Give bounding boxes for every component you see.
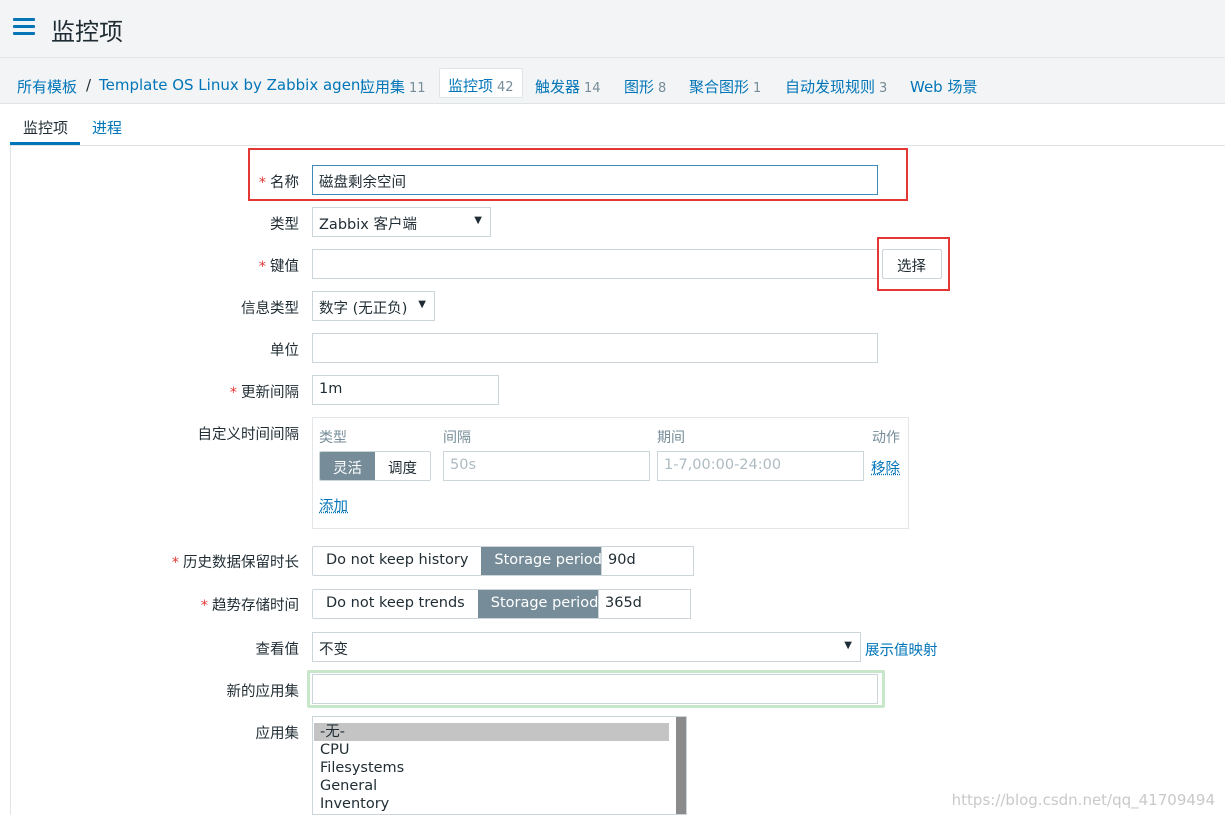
nav-screens[interactable]: 聚合图形 1 [689,76,761,97]
interval-input[interactable]: 50s [443,451,650,481]
trends-label: * 趋势存储时间 [200,598,299,614]
history-input[interactable]: 90d [601,546,694,576]
interval-type-toggle: 灵活 调度 [319,451,431,481]
no-trends-option[interactable]: Do not keep trends [313,590,478,618]
col-action-header: 动作 [872,430,900,446]
trends-mode-toggle: Do not keep trends Storage period [312,589,613,619]
chevron-down-icon: ▼ [474,215,482,226]
units-input[interactable] [312,333,878,363]
chevron-down-icon: ▼ [844,640,852,651]
custom-intervals-label: 自定义时间间隔 [197,427,300,443]
type-select[interactable]: Zabbix 客户端 ▼ [312,207,491,237]
page-title: 监控项 [51,18,123,46]
breadcrumb-separator: / [86,76,92,94]
value-mapping-link[interactable]: 展示值映射 [865,639,938,660]
flexible-option[interactable]: 灵活 [320,452,375,480]
nav-discovery-rules[interactable]: 自动发现规则 3 [785,76,887,97]
trends-storage-period-option[interactable]: Storage period [477,590,612,618]
units-label: 单位 [270,343,299,359]
history-storage-period-option[interactable]: Storage period [481,547,615,575]
add-link[interactable]: 添加 [319,495,348,516]
name-input[interactable]: 磁盘剩余空间 [312,165,878,195]
hamburger-menu-icon[interactable] [13,18,35,36]
period-input[interactable]: 1-7,00:00-24:00 [657,451,864,481]
new-application-label: 新的应用集 [226,684,300,700]
tab-item[interactable]: 监控项 [23,117,68,138]
col-period-header: 期间 [657,430,685,446]
nav-items[interactable]: 监控项 42 [439,68,523,98]
col-interval-header: 间隔 [443,430,471,446]
info-type-label: 信息类型 [241,301,299,317]
info-type-select[interactable]: 数字 (无正负) ▼ [312,291,435,321]
key-input[interactable] [312,249,878,279]
nav-triggers[interactable]: 触发器 14 [535,76,601,97]
listbox-scrollbar[interactable] [676,717,686,814]
type-label: 类型 [270,217,299,233]
update-interval-input[interactable]: 1m [312,375,499,405]
breadcrumb-all-templates[interactable]: 所有模板 [17,76,77,97]
col-type-header: 类型 [319,430,347,446]
applications-listbox[interactable]: -无- CPU Filesystems General Inventory [312,716,687,815]
nav-web-scenarios[interactable]: Web 场景 [910,76,977,97]
trends-input[interactable]: 365d [598,589,691,619]
watermark: https://blog.csdn.net/qq_41709494 [951,791,1215,809]
form-tabs: 监控项 进程 [10,105,1225,145]
nav-applications[interactable]: 应用集 11 [360,76,426,97]
no-history-option[interactable]: Do not keep history [313,547,482,575]
list-item[interactable]: -无- [314,723,669,741]
scheduling-option[interactable]: 调度 [375,452,430,480]
remove-link[interactable]: 移除 [871,457,900,478]
list-item[interactable]: Inventory [314,795,669,813]
chevron-down-icon: ▼ [418,299,426,310]
nav-graphs[interactable]: 图形 8 [624,76,666,97]
list-item[interactable]: General [314,777,669,795]
list-item[interactable]: Filesystems [314,759,669,777]
new-application-input[interactable] [312,674,878,704]
list-item[interactable]: CPU [314,741,669,759]
key-label: * 键值 [258,259,299,275]
breadcrumb: 所有模板 / Template OS Linux by Zabbix agent… [0,58,1225,104]
page-header: 监控项 [0,0,1225,58]
history-mode-toggle: Do not keep history Storage period [312,546,616,576]
breadcrumb-template[interactable]: Template OS Linux by Zabbix agent [99,76,366,94]
update-interval-label: * 更新间隔 [229,385,299,401]
tab-process[interactable]: 进程 [92,117,122,138]
show-value-select[interactable]: 不变 ▼ [312,632,861,662]
history-label: * 历史数据保留时长 [171,555,299,571]
key-select-button[interactable]: 选择 [882,249,942,279]
name-label: * 名称 [258,175,299,191]
show-value-label: 查看值 [255,642,300,658]
applications-label: 应用集 [255,726,300,742]
